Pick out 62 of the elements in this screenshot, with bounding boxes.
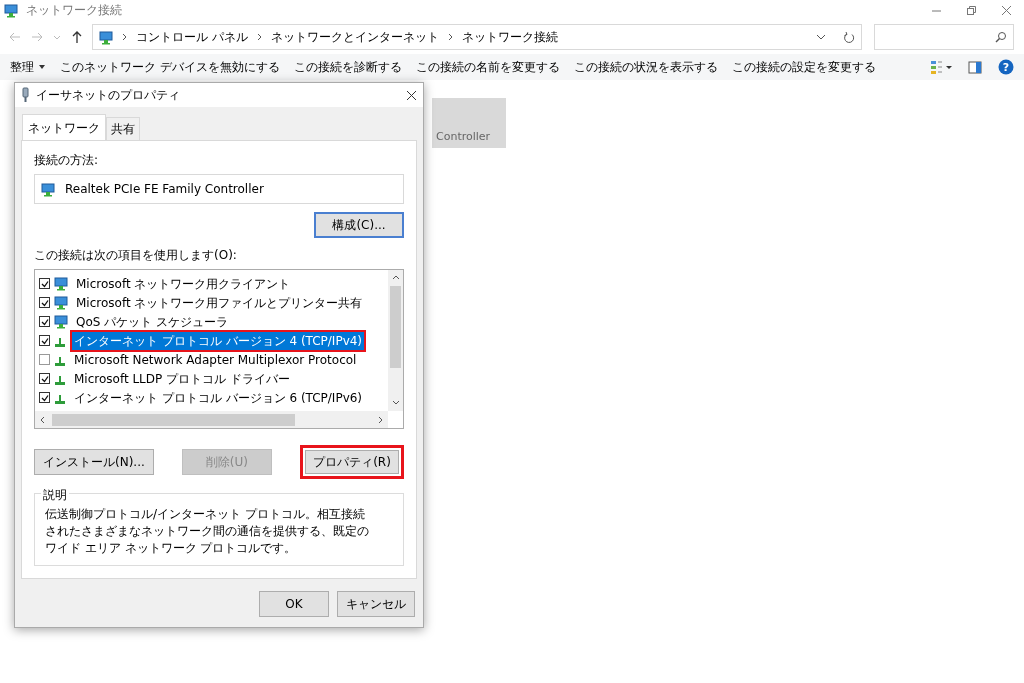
toolbar-button[interactable]: この接続の名前を変更する — [415, 58, 560, 76]
network-client-icon — [54, 276, 68, 291]
restore-icon[interactable] — [966, 4, 977, 16]
chevron-icon — [255, 32, 263, 42]
tab[interactable]: 共有 — [106, 117, 140, 140]
toolbar-button[interactable]: この接続の設定を変更する — [731, 58, 876, 76]
view-options-icon[interactable] — [930, 59, 952, 75]
configure-button[interactable]: 構成(C)... — [314, 212, 404, 238]
checkbox[interactable] — [39, 392, 50, 403]
checkbox[interactable] — [39, 278, 50, 289]
action-button[interactable]: インストール(N)... — [34, 449, 154, 475]
group-title: 説明 — [41, 486, 69, 504]
chevron-icon — [446, 32, 454, 42]
list-item[interactable]: インターネット プロトコル バージョン 4 (TCP/IPv4) — [70, 329, 367, 352]
toolbar-button[interactable]: この接続の状況を表示する — [573, 58, 718, 76]
chevron-icon — [121, 32, 128, 42]
checkmark-icon — [40, 393, 49, 402]
checkmark-icon — [40, 317, 49, 326]
checkmark-icon — [40, 298, 49, 307]
checkbox[interactable] — [39, 335, 50, 346]
plug-icon — [21, 87, 30, 103]
checkbox[interactable] — [39, 354, 50, 365]
dialog-title: イーサネットのプロパティ — [36, 87, 180, 104]
action-button[interactable]: プロパティ(R) — [300, 445, 404, 479]
network-client-icon — [54, 314, 68, 329]
checkbox[interactable] — [39, 373, 50, 384]
field-label: この接続は次の項目を使用します(O): — [34, 247, 238, 264]
checkmark-icon — [40, 336, 49, 345]
breadcrumb-link[interactable]: ネットワークとインターネット — [270, 28, 439, 46]
tab[interactable]: ネットワーク — [22, 114, 106, 140]
description-text: 伝送制御プロトコル/インターネット プロトコル。相互接続されたさまざまなネットワーク間の通信を提供する、既定のワイド エリア ネットワーク プロトコルです。 — [45, 506, 370, 557]
network-icon — [4, 2, 18, 18]
network-adapter-icon — [41, 181, 55, 197]
scrollbar-thumb[interactable] — [52, 413, 295, 426]
checkmark-icon — [40, 374, 49, 383]
checkbox[interactable] — [39, 297, 50, 308]
breadcrumb-link[interactable]: コントロール パネル — [136, 28, 248, 46]
preview-pane-icon[interactable] — [968, 60, 982, 74]
help-icon[interactable]: ? — [998, 59, 1014, 75]
search-icon[interactable] — [995, 31, 1007, 43]
connection-tile[interactable]: Controller — [432, 98, 506, 148]
field-label: 接続の方法: — [34, 152, 100, 169]
breadcrumb-link[interactable]: ネットワーク接続 — [461, 28, 558, 46]
checkbox[interactable] — [39, 316, 50, 327]
adapter-name: Realtek PCIe FE Family Controller — [65, 181, 264, 198]
network-icon — [99, 29, 113, 45]
dialog-button[interactable]: OK — [259, 591, 329, 617]
checkmark-icon — [40, 279, 49, 288]
network-client-icon — [54, 295, 68, 310]
toolbar-button[interactable]: このネットワーク デバイスを無効にする — [60, 58, 280, 76]
dialog-button[interactable]: キャンセル — [337, 591, 415, 617]
toolbar-button[interactable]: この接続を診断する — [293, 58, 402, 76]
up-arrow-icon[interactable] — [70, 30, 84, 44]
search-field[interactable] — [874, 24, 1014, 50]
horizontal-scrollbar[interactable] — [35, 411, 388, 428]
refresh-icon[interactable] — [843, 31, 855, 43]
scrollbar-thumb[interactable] — [390, 286, 401, 368]
caret-icon — [38, 63, 46, 71]
window-title: ネットワーク接続 — [26, 2, 122, 19]
toolbar-button[interactable]: 整理 — [10, 58, 46, 76]
vertical-scrollbar[interactable] — [388, 270, 403, 411]
close-icon[interactable] — [406, 89, 417, 101]
